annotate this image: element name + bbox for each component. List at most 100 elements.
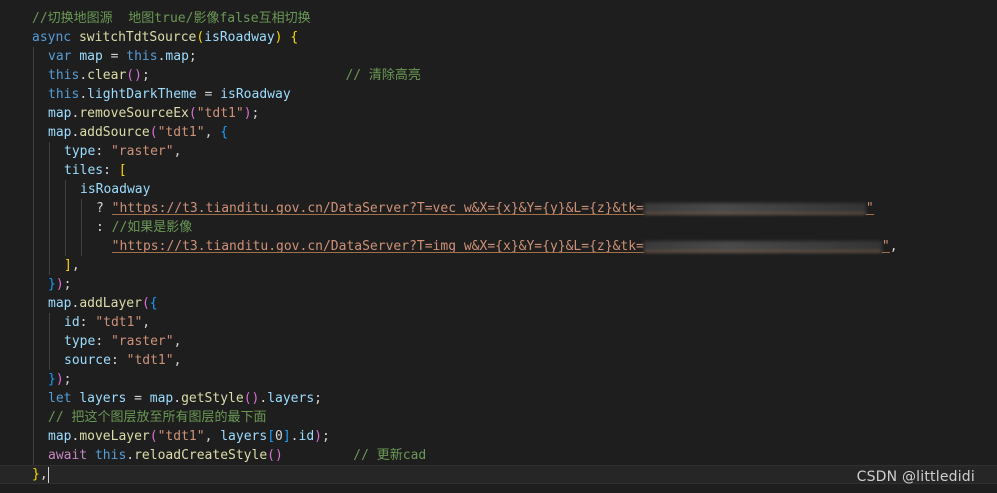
indent-guide <box>33 351 34 370</box>
code-token: : <box>103 163 119 178</box>
code-line-content: }); <box>32 372 71 387</box>
code-line-content: await this.reloadCreateStyle() // 更新cad <box>32 448 426 463</box>
code-token: . <box>79 87 88 102</box>
code-line[interactable]: tiles: [ <box>0 161 997 180</box>
code-token: "https://t3.tianditu.gov.cn/DataServer?T… <box>111 239 644 254</box>
code-line-content: }, <box>32 466 49 483</box>
code-token: , <box>204 429 221 444</box>
code-line[interactable]: map.addSource("tdt1", { <box>0 123 997 142</box>
code-line-content: map.addSource("tdt1", { <box>32 125 228 140</box>
indent-guide <box>49 180 50 199</box>
indent-guide <box>33 389 34 408</box>
code-token: } <box>48 277 56 292</box>
code-line[interactable]: ], <box>0 256 997 275</box>
code-token: getStyle <box>181 391 244 406</box>
indent-guide <box>49 237 50 256</box>
indent-guide <box>33 85 34 104</box>
code-line[interactable]: map.addLayer({ <box>0 294 997 313</box>
indent-guide <box>33 294 34 313</box>
code-token: "raster" <box>110 144 174 159</box>
code-token: , <box>173 144 182 159</box>
code-token: // 把这个图层放至所有图层的最下面 <box>48 410 267 425</box>
code-token: layers <box>220 429 268 444</box>
code-token: . <box>173 391 182 406</box>
code-token: " <box>881 239 890 254</box>
code-token: isRoadway <box>80 182 151 197</box>
indent-guide <box>81 199 82 218</box>
code-line[interactable]: }); <box>0 275 997 294</box>
indent-guide <box>49 142 50 161</box>
code-line[interactable]: source: "tdt1", <box>0 351 997 370</box>
code-token: ( <box>149 429 158 444</box>
indent-guide <box>33 332 34 351</box>
code-token: "tdt1" <box>157 429 205 444</box>
code-editor[interactable]: //切换地图源 地图true/影像false互相切换 async switchTd… <box>0 0 997 493</box>
code-token: . <box>126 448 135 463</box>
indent-guide <box>33 199 34 218</box>
code-line[interactable]: await this.reloadCreateStyle() // 更新cad <box>0 446 997 465</box>
code-line[interactable]: type: "raster", <box>0 142 997 161</box>
code-line[interactable]: let layers = map.getStyle().layers; <box>0 389 997 408</box>
code-token: id <box>64 315 80 330</box>
code-line[interactable]: }); <box>0 370 997 389</box>
code-line[interactable]: id: "tdt1", <box>0 313 997 332</box>
code-token: = <box>126 391 150 406</box>
code-token: removeSourceEx <box>79 106 189 121</box>
code-token: () <box>267 448 283 463</box>
indent-guide <box>33 161 34 180</box>
code-line-content: source: "tdt1", <box>32 353 181 368</box>
code-token: type <box>64 144 96 159</box>
code-token: , <box>889 239 898 254</box>
indent-guide <box>49 332 50 351</box>
code-line[interactable]: map.moveLayer("tdt1", layers[0].id); <box>0 427 997 446</box>
code-token: : <box>95 334 111 349</box>
code-line[interactable]: this.lightDarkTheme = isRoadway <box>0 85 997 104</box>
code-token: "tdt1" <box>126 353 174 368</box>
code-token: ; <box>251 106 260 121</box>
code-line-content: : //如果是影像 <box>32 220 192 235</box>
code-line[interactable]: type: "raster", <box>0 332 997 351</box>
indent-guide <box>81 218 82 237</box>
code-line[interactable]: async switchTdtSource(isRoadway) { <box>0 28 997 47</box>
code-line[interactable]: // 把这个图层放至所有图层的最下面 <box>0 408 997 427</box>
code-line-content: // 把这个图层放至所有图层的最下面 <box>32 410 266 425</box>
code-token: // 清除高亮 <box>345 68 421 83</box>
code-token: ] <box>64 258 72 273</box>
code-token: moveLayer <box>79 429 150 444</box>
code-line[interactable]: //切换地图源 地图true/影像false互相切换 <box>0 9 997 28</box>
code-token: reloadCreateStyle <box>134 448 268 463</box>
code-line[interactable]: ? "https://t3.tianditu.gov.cn/DataServer… <box>0 199 997 218</box>
code-line[interactable]: }, <box>0 465 997 484</box>
code-line[interactable]: : //如果是影像 <box>0 218 997 237</box>
code-lines[interactable]: //切换地图源 地图true/影像false互相切换 async switchTd… <box>0 9 997 484</box>
indent-guide <box>33 275 34 294</box>
code-line[interactable]: map.removeSourceEx("tdt1"); <box>0 104 997 123</box>
code-token: layers <box>79 391 127 406</box>
code-line-content: this.clear(); // 清除高亮 <box>32 68 421 83</box>
code-token: await <box>48 448 88 463</box>
code-token: ( <box>141 296 150 311</box>
code-token: this <box>126 49 158 64</box>
indent-guide <box>33 142 34 161</box>
code-token: } <box>32 467 40 482</box>
code-token: : <box>110 353 127 368</box>
code-line[interactable]: "https://t3.tianditu.gov.cn/DataServer?T… <box>0 237 997 256</box>
code-token: map <box>149 391 174 406</box>
code-token: : <box>79 315 96 330</box>
code-token: lightDarkTheme <box>87 87 197 102</box>
code-token: ; <box>141 68 150 83</box>
code-line[interactable]: isRoadway <box>0 180 997 199</box>
code-token: map <box>165 49 189 64</box>
code-line[interactable]: var map = this.map; <box>0 47 997 66</box>
indent-guide <box>49 313 50 332</box>
code-token: () <box>126 68 142 83</box>
code-token: map <box>48 125 72 140</box>
code-line[interactable]: this.clear(); // 清除高亮 <box>0 66 997 85</box>
indent-guide <box>33 180 34 199</box>
code-token: . <box>79 68 88 83</box>
indent-guide <box>65 218 66 237</box>
indent-guide <box>33 427 34 446</box>
code-line-content: type: "raster", <box>32 334 181 349</box>
